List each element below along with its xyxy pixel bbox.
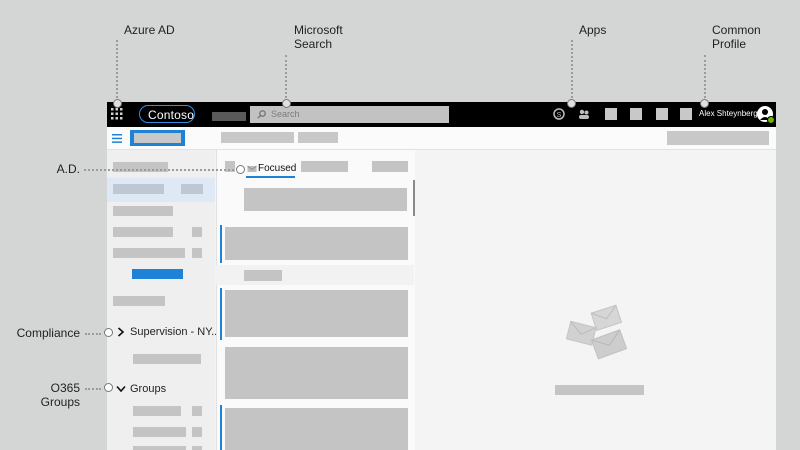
- unread-indicator-1: [220, 225, 222, 263]
- group-item-2-count: [192, 427, 202, 437]
- marker-azure-ad: [113, 99, 122, 108]
- filter-button[interactable]: [372, 161, 408, 172]
- nav-item-highlight[interactable]: [132, 269, 183, 279]
- marker-common-profile: [700, 99, 709, 108]
- leader-o365-groups: [85, 388, 101, 390]
- leader-apps: [571, 40, 573, 98]
- new-message-label-placeholder: [134, 133, 181, 143]
- leader-compliance: [85, 333, 101, 335]
- contoso-logo: Contoso: [139, 105, 195, 123]
- folder-supervision[interactable]: Supervision - NY...: [130, 326, 220, 338]
- focused-envelope-icon: [247, 165, 257, 172]
- callout-o365-groups-line1: O365: [50, 381, 80, 395]
- leader-microsoft-search: [285, 55, 287, 98]
- skype-icon[interactable]: S: [553, 108, 565, 120]
- chevron-down-icon[interactable]: [116, 385, 126, 393]
- message-item-3[interactable]: [225, 347, 408, 399]
- marker-ad: [236, 165, 245, 174]
- callout-ad: A.D.: [56, 162, 80, 176]
- empty-state-text-placeholder: [555, 385, 644, 395]
- leader-ad: [84, 169, 234, 171]
- presence-badge: [767, 116, 775, 124]
- marker-microsoft-search: [282, 99, 291, 108]
- group-item-2[interactable]: [133, 427, 186, 437]
- marker-compliance: [104, 328, 113, 337]
- leader-common-profile: [704, 55, 706, 98]
- nav-item-2[interactable]: [113, 184, 164, 194]
- message-item-1[interactable]: [225, 227, 408, 260]
- app-tile-2[interactable]: [630, 108, 642, 120]
- app-tile-4[interactable]: [680, 108, 692, 120]
- callout-common-profile-line1: Common: [712, 23, 761, 37]
- group-item-1-count: [192, 406, 202, 416]
- leader-azure-ad: [116, 40, 118, 98]
- unread-indicator-2: [220, 288, 222, 340]
- reading-pane: [415, 150, 776, 450]
- callout-common-profile-line2: Profile: [712, 37, 747, 51]
- hamburger-menu-icon[interactable]: [112, 134, 122, 143]
- folder-groups[interactable]: Groups: [130, 383, 166, 395]
- callout-microsoft-search-line2: Search: [294, 37, 333, 51]
- tab-focused[interactable]: Focused: [258, 163, 296, 174]
- nav-item-3[interactable]: [113, 206, 173, 216]
- search-placeholder: Search: [271, 109, 300, 119]
- group-item-3[interactable]: [133, 446, 186, 450]
- group-item-1[interactable]: [133, 406, 181, 416]
- message-item-4[interactable]: [225, 408, 408, 450]
- tab-other[interactable]: [301, 161, 348, 172]
- message-preview-1[interactable]: [244, 188, 407, 211]
- group-item-3-count: [192, 446, 202, 450]
- unread-indicator-3: [220, 405, 222, 450]
- nav-item-4[interactable]: [113, 227, 173, 237]
- tab-focused-underline: [246, 176, 295, 178]
- user-name[interactable]: Alex Shteynberg: [699, 108, 758, 120]
- toolbar-item-2[interactable]: [298, 132, 338, 143]
- app-tile-3[interactable]: [656, 108, 668, 120]
- app-name-placeholder: [212, 112, 246, 121]
- nav-item-7[interactable]: [133, 354, 201, 364]
- callout-compliance: Compliance: [16, 326, 80, 340]
- callout-microsoft-search-line1: Microsoft: [294, 23, 343, 37]
- chevron-right-icon[interactable]: [117, 327, 125, 337]
- date-group-label: [244, 270, 282, 281]
- nav-item-5[interactable]: [113, 248, 185, 258]
- message-item-2[interactable]: [225, 290, 408, 337]
- app-launcher-icon[interactable]: [111, 108, 123, 120]
- new-message-button[interactable]: [130, 130, 185, 146]
- nav-item-4-count: [192, 227, 202, 237]
- toolbar-item-1[interactable]: [221, 132, 294, 143]
- callout-o365-groups-line2: Groups: [40, 395, 80, 409]
- search-input[interactable]: Search: [250, 106, 449, 123]
- callout-apps: Apps: [579, 23, 607, 37]
- nav-item-2-count: [181, 184, 203, 194]
- nav-item-6[interactable]: [113, 296, 165, 306]
- callout-azure-ad: Azure AD: [124, 23, 175, 37]
- toolbar-item-right[interactable]: [667, 131, 769, 145]
- app-tile-1[interactable]: [605, 108, 617, 120]
- svg-text:S: S: [557, 112, 562, 119]
- marker-apps: [567, 99, 576, 108]
- marker-o365-groups: [104, 383, 113, 392]
- envelopes-illustration-icon: [566, 304, 628, 360]
- search-icon: [257, 110, 266, 119]
- teams-icon[interactable]: [578, 108, 590, 120]
- nav-item-5-count: [192, 248, 202, 258]
